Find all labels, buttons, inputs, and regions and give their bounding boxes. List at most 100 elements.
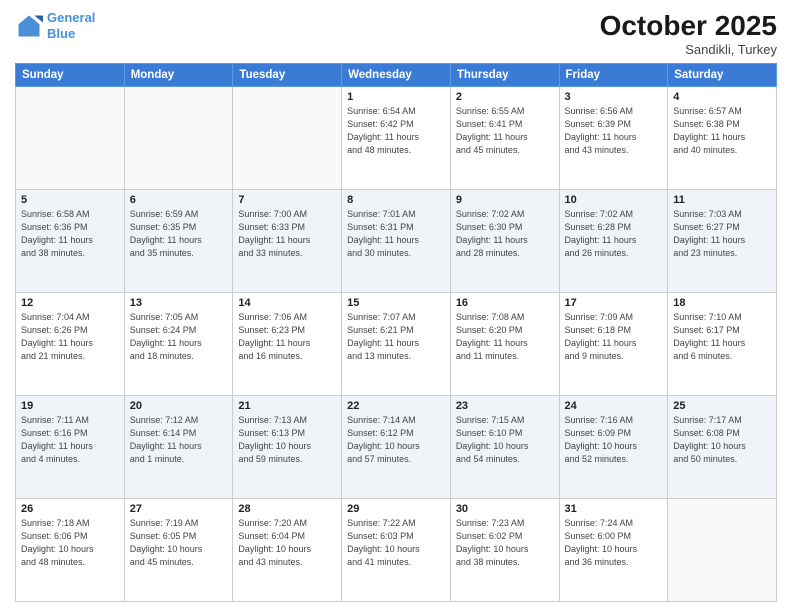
day-info: Sunrise: 7:22 AM Sunset: 6:03 PM Dayligh… — [347, 517, 445, 569]
col-thursday: Thursday — [450, 64, 559, 87]
table-row: 18 Sunrise: 7:10 AM Sunset: 6:17 PM Dayli… — [668, 293, 777, 396]
table-row: 17 Sunrise: 7:09 AM Sunset: 6:18 PM Dayli… — [559, 293, 668, 396]
table-row: 28 Sunrise: 7:20 AM Sunset: 6:04 PM Dayli… — [233, 499, 342, 602]
table-row: 6Sunrise: 6:59 AM Sunset: 6:35 PM Daylig… — [124, 190, 233, 293]
logo: General Blue — [15, 10, 95, 41]
day-info: Sunrise: 6:58 AM Sunset: 6:36 PM Dayligh… — [21, 208, 119, 260]
day-info: Sunrise: 7:14 AM Sunset: 6:12 PM Dayligh… — [347, 414, 445, 466]
day-number: 26 — [21, 503, 119, 515]
table-row: 8Sunrise: 7:01 AM Sunset: 6:31 PM Daylig… — [342, 190, 451, 293]
day-number: 18 — [673, 297, 771, 309]
day-number: 16 — [456, 297, 554, 309]
day-number: 13 — [130, 297, 228, 309]
day-number: 21 — [238, 400, 336, 412]
table-row: 9 Sunrise: 7:02 AM Sunset: 6:30 PM Daylig… — [450, 190, 559, 293]
day-number: 12 — [21, 297, 119, 309]
day-info: Sunrise: 7:20 AM Sunset: 6:04 PM Dayligh… — [238, 517, 336, 569]
table-row: 2 Sunrise: 6:55 AM Sunset: 6:41 PM Daylig… — [450, 87, 559, 190]
day-info: Sunrise: 7:01 AM Sunset: 6:31 PM Dayligh… — [347, 208, 445, 260]
table-row: 11 Sunrise: 7:03 AM Sunset: 6:27 PM Dayli… — [668, 190, 777, 293]
day-info: Sunrise: 7:13 AM Sunset: 6:13 PM Dayligh… — [238, 414, 336, 466]
table-row: 24Sunrise: 7:16 AM Sunset: 6:09 PM Dayli… — [559, 396, 668, 499]
day-info: Sunrise: 7:23 AM Sunset: 6:02 PM Dayligh… — [456, 517, 554, 569]
day-number: 23 — [456, 400, 554, 412]
table-row: 22 Sunrise: 7:14 AM Sunset: 6:12 PM Dayli… — [342, 396, 451, 499]
day-info: Sunrise: 7:10 AM Sunset: 6:17 PM Dayligh… — [673, 311, 771, 363]
table-row — [16, 87, 125, 190]
table-row: 13 Sunrise: 7:05 AM Sunset: 6:24 PM Dayli… — [124, 293, 233, 396]
day-info: Sunrise: 7:24 AM Sunset: 6:00 PM Dayligh… — [565, 517, 663, 569]
day-number: 31 — [565, 503, 663, 515]
day-info: Sunrise: 7:02 AM Sunset: 6:30 PM Dayligh… — [456, 208, 554, 260]
day-number: 9 — [456, 194, 554, 206]
table-row: 19 Sunrise: 7:11 AM Sunset: 6:16 PM Dayli… — [16, 396, 125, 499]
table-row: 12Sunrise: 7:04 AM Sunset: 6:26 PM Dayli… — [16, 293, 125, 396]
calendar-week-row: 1 Sunrise: 6:54 AM Sunset: 6:42 PM Daylig… — [16, 87, 777, 190]
day-info: Sunrise: 7:02 AM Sunset: 6:28 PM Dayligh… — [565, 208, 663, 260]
day-info: Sunrise: 7:11 AM Sunset: 6:16 PM Dayligh… — [21, 414, 119, 466]
table-row: 10 Sunrise: 7:02 AM Sunset: 6:28 PM Dayli… — [559, 190, 668, 293]
title-block: October 2025 Sandikli, Turkey — [600, 10, 777, 57]
day-number: 2 — [456, 91, 554, 103]
table-row: 21 Sunrise: 7:13 AM Sunset: 6:13 PM Dayli… — [233, 396, 342, 499]
day-number: 14 — [238, 297, 336, 309]
day-info: Sunrise: 7:06 AM Sunset: 6:23 PM Dayligh… — [238, 311, 336, 363]
day-info: Sunrise: 7:16 AM Sunset: 6:09 PM Dayligh… — [565, 414, 663, 466]
calendar-week-row: 26 Sunrise: 7:18 AM Sunset: 6:06 PM Dayli… — [16, 499, 777, 602]
day-info: Sunrise: 7:08 AM Sunset: 6:20 PM Dayligh… — [456, 311, 554, 363]
day-info: Sunrise: 7:12 AM Sunset: 6:14 PM Dayligh… — [130, 414, 228, 466]
day-info: Sunrise: 7:17 AM Sunset: 6:08 PM Dayligh… — [673, 414, 771, 466]
day-info: Sunrise: 7:07 AM Sunset: 6:21 PM Dayligh… — [347, 311, 445, 363]
day-number: 11 — [673, 194, 771, 206]
table-row — [668, 499, 777, 602]
col-sunday: Sunday — [16, 64, 125, 87]
day-info: Sunrise: 7:03 AM Sunset: 6:27 PM Dayligh… — [673, 208, 771, 260]
day-number: 10 — [565, 194, 663, 206]
day-number: 3 — [565, 91, 663, 103]
day-number: 17 — [565, 297, 663, 309]
table-row: 3Sunrise: 6:56 AM Sunset: 6:39 PM Daylig… — [559, 87, 668, 190]
calendar-week-row: 5 Sunrise: 6:58 AM Sunset: 6:36 PM Daylig… — [16, 190, 777, 293]
day-number: 28 — [238, 503, 336, 515]
day-number: 30 — [456, 503, 554, 515]
day-number: 1 — [347, 91, 445, 103]
day-info: Sunrise: 7:05 AM Sunset: 6:24 PM Dayligh… — [130, 311, 228, 363]
day-info: Sunrise: 7:09 AM Sunset: 6:18 PM Dayligh… — [565, 311, 663, 363]
table-row: 29Sunrise: 7:22 AM Sunset: 6:03 PM Dayli… — [342, 499, 451, 602]
col-wednesday: Wednesday — [342, 64, 451, 87]
table-row: 15 Sunrise: 7:07 AM Sunset: 6:21 PM Dayli… — [342, 293, 451, 396]
logo-line2: Blue — [47, 26, 75, 41]
table-row: 4 Sunrise: 6:57 AM Sunset: 6:38 PM Daylig… — [668, 87, 777, 190]
table-row: 5 Sunrise: 6:58 AM Sunset: 6:36 PM Daylig… — [16, 190, 125, 293]
day-info: Sunrise: 6:55 AM Sunset: 6:41 PM Dayligh… — [456, 105, 554, 157]
day-number: 19 — [21, 400, 119, 412]
day-info: Sunrise: 6:57 AM Sunset: 6:38 PM Dayligh… — [673, 105, 771, 157]
logo-text: General Blue — [47, 10, 95, 41]
day-info: Sunrise: 7:15 AM Sunset: 6:10 PM Dayligh… — [456, 414, 554, 466]
day-info: Sunrise: 7:18 AM Sunset: 6:06 PM Dayligh… — [21, 517, 119, 569]
day-number: 27 — [130, 503, 228, 515]
table-row: 27 Sunrise: 7:19 AM Sunset: 6:05 PM Dayli… — [124, 499, 233, 602]
header: General Blue October 2025 Sandikli, Turk… — [15, 10, 777, 57]
day-number: 4 — [673, 91, 771, 103]
logo-line1: General — [47, 10, 95, 25]
day-number: 7 — [238, 194, 336, 206]
month-title: October 2025 — [600, 10, 777, 42]
day-number: 20 — [130, 400, 228, 412]
day-info: Sunrise: 7:00 AM Sunset: 6:33 PM Dayligh… — [238, 208, 336, 260]
col-friday: Friday — [559, 64, 668, 87]
table-row: 14 Sunrise: 7:06 AM Sunset: 6:23 PM Dayli… — [233, 293, 342, 396]
calendar-header-row: Sunday Monday Tuesday Wednesday Thursday… — [16, 64, 777, 87]
day-number: 6 — [130, 194, 228, 206]
day-info: Sunrise: 7:19 AM Sunset: 6:05 PM Dayligh… — [130, 517, 228, 569]
page: General Blue October 2025 Sandikli, Turk… — [0, 0, 792, 612]
col-monday: Monday — [124, 64, 233, 87]
day-number: 5 — [21, 194, 119, 206]
col-saturday: Saturday — [668, 64, 777, 87]
day-number: 15 — [347, 297, 445, 309]
table-row: 23 Sunrise: 7:15 AM Sunset: 6:10 PM Dayli… — [450, 396, 559, 499]
day-info: Sunrise: 6:54 AM Sunset: 6:42 PM Dayligh… — [347, 105, 445, 157]
day-number: 22 — [347, 400, 445, 412]
table-row: 26 Sunrise: 7:18 AM Sunset: 6:06 PM Dayli… — [16, 499, 125, 602]
table-row: 31 Sunrise: 7:24 AM Sunset: 6:00 PM Dayli… — [559, 499, 668, 602]
